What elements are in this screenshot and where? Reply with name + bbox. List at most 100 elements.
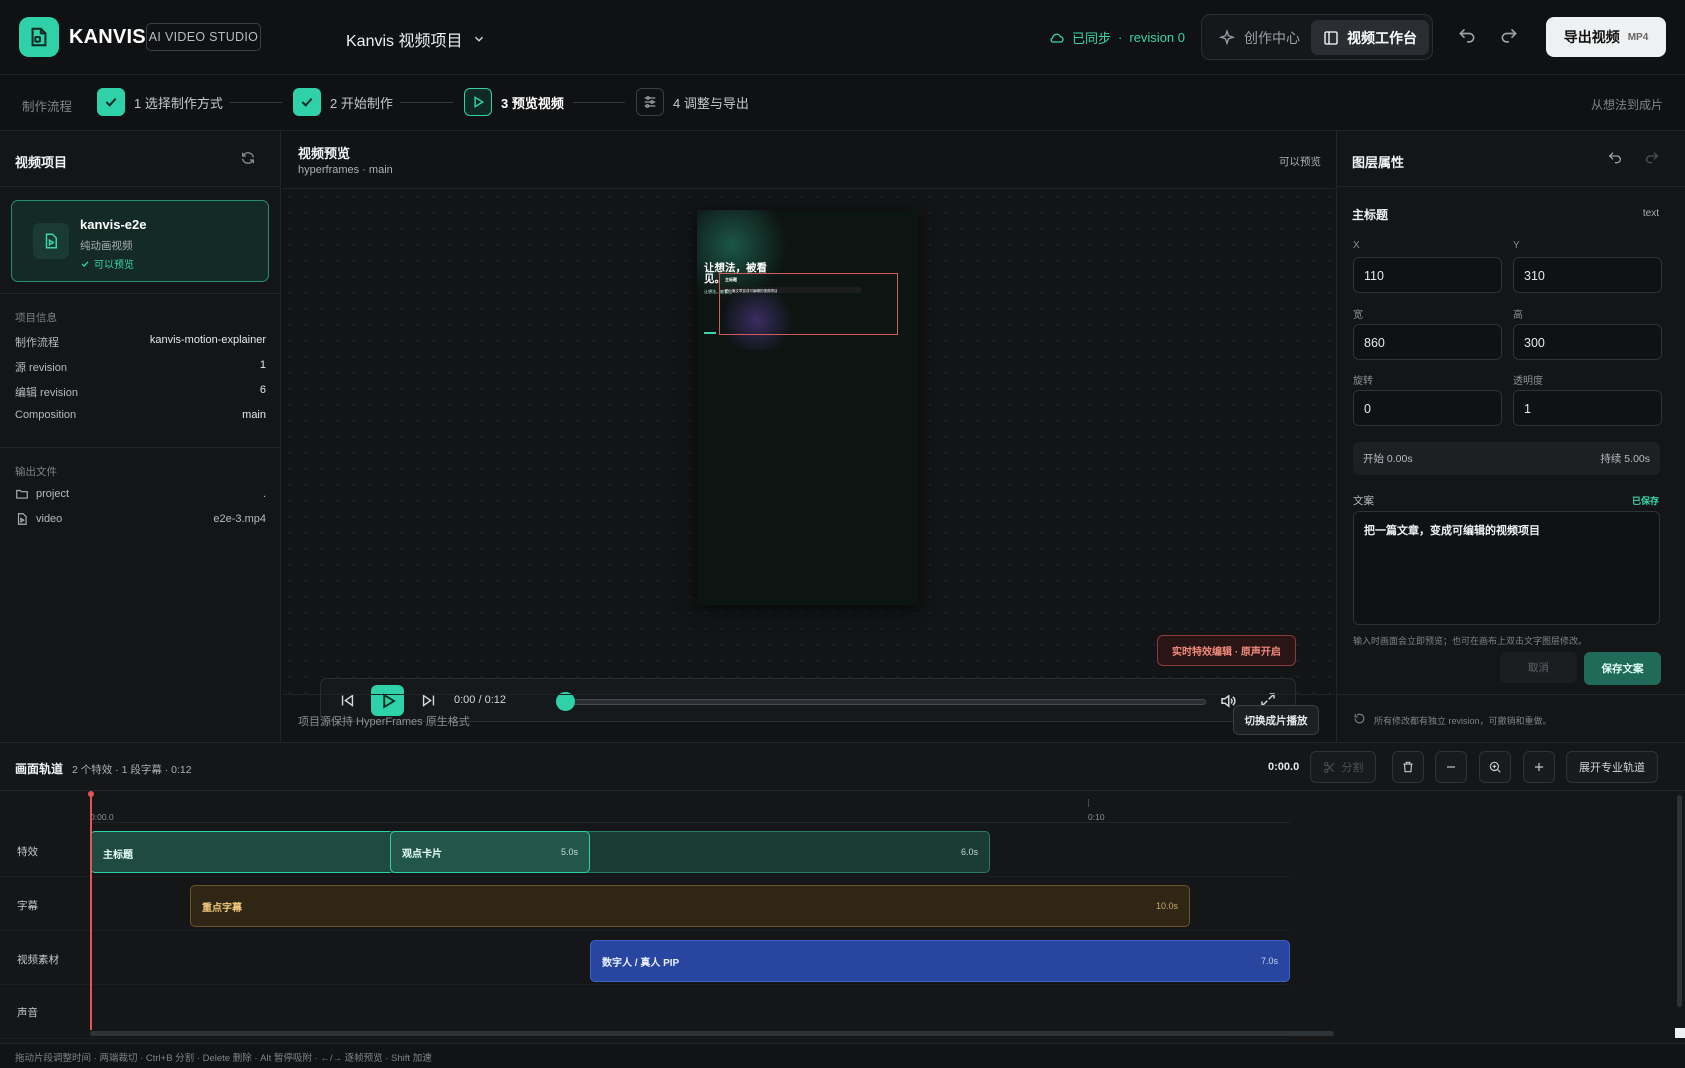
sync-label: 已同步 <box>1072 31 1112 46</box>
layer-properties-panel: 图层属性 主标题 text X 110 Y 310 宽 860 高 300 旋转… <box>1336 131 1685 742</box>
track-label-audio: 声音 <box>17 1007 38 1019</box>
steps-tagline: 从想法到成片 <box>1590 98 1663 112</box>
step-preview-video[interactable]: 3 预览视频 <box>464 88 564 116</box>
export-video-button[interactable]: 导出视频 MP4 <box>1546 17 1666 57</box>
check-icon <box>301 97 313 107</box>
undo-button[interactable] <box>1457 26 1479 48</box>
project-card-name: kanvis-e2e <box>80 217 147 232</box>
zoom-in-button[interactable] <box>1523 751 1555 783</box>
clip-subtitle[interactable]: 重点字幕 10.0s <box>190 885 1190 927</box>
copy-textarea[interactable]: 把一篇文章，变成可编辑的视频项目 <box>1353 511 1660 625</box>
y-field[interactable]: 310 <box>1513 257 1662 293</box>
project-card-status: 可以预览 <box>80 256 134 271</box>
width-field[interactable]: 860 <box>1353 324 1502 360</box>
video-frame[interactable]: 让想法，被看见。 主标题 把一篇文章变成可编辑的视频项目 让想法，被看见 <box>697 210 918 605</box>
resize-handle[interactable] <box>1675 1028 1685 1038</box>
timeline-ruler[interactable]: 0:00.0 0:10 <box>90 791 1290 823</box>
step-choose-method[interactable]: 1 选择制作方式 <box>97 88 223 116</box>
playhead[interactable] <box>90 793 92 1030</box>
video-file-icon <box>45 233 57 249</box>
cancel-button[interactable]: 取消 <box>1500 652 1577 683</box>
check-icon <box>81 260 89 267</box>
preview-subtitle: hyperframes · main <box>298 164 393 176</box>
playhead-handle[interactable] <box>88 791 94 797</box>
mode-studio-button[interactable]: 视频工作台 <box>1311 20 1429 55</box>
save-copy-button[interactable]: 保存文案 <box>1584 652 1661 685</box>
opacity-field[interactable]: 1 <box>1513 390 1662 426</box>
clip-video-pip[interactable]: 数字人 / 真人 PIP 7.0s <box>590 940 1290 982</box>
fx-badge: 实时特效编辑 · 原声开启 <box>1157 635 1296 666</box>
clip-fx-card[interactable]: 观点卡片 5.0s <box>390 831 590 873</box>
cloud-icon <box>1050 33 1064 43</box>
plus-icon <box>1534 762 1544 772</box>
zoom-fit-button[interactable] <box>1479 751 1511 783</box>
timeline-title: 画面轨道 <box>15 762 64 776</box>
redo-icon <box>1646 152 1659 164</box>
height-field[interactable]: 300 <box>1513 324 1662 360</box>
layer-type: text <box>1642 208 1659 219</box>
track-label-video: 视频素材 <box>17 954 59 966</box>
undo-icon <box>1608 152 1621 164</box>
preview-canvas[interactable]: 让想法，被看见。 主标题 把一篇文章变成可编辑的视频项目 让想法，被看见 实时特… <box>282 189 1335 722</box>
delete-clip-button[interactable] <box>1392 751 1424 783</box>
file-row-project[interactable]: project . <box>15 487 266 501</box>
x-field[interactable]: 110 <box>1353 257 1502 293</box>
studio-badge: AI VIDEO STUDIO <box>146 23 261 51</box>
redo-button[interactable] <box>1499 26 1521 48</box>
refresh-icon <box>242 152 254 164</box>
project-card[interactable]: kanvis-e2e 纯动画视频 可以预览 <box>11 200 269 282</box>
output-files-label: 输出文件 <box>15 466 57 478</box>
check-icon <box>105 97 117 107</box>
layer-name: 主标题 <box>1352 208 1389 222</box>
history-icon <box>1353 712 1366 725</box>
timeline-h-scrollbar[interactable] <box>90 1031 1334 1036</box>
preview-title: 视频预览 <box>298 146 351 161</box>
copy-label: 文案 <box>1353 495 1374 507</box>
expand-pro-tracks-button[interactable]: 展开专业轨道 <box>1566 751 1658 783</box>
layout-icon <box>1324 30 1338 45</box>
trash-icon <box>1403 761 1413 773</box>
zoom-out-button[interactable] <box>1435 751 1467 783</box>
copy-hint: 输入时画面会立即预览；也可在画布上双击文字图层修改。 <box>1353 636 1588 646</box>
shortcut-hints: 拖动片段调整时间 · 两端裁切 · Ctrl+B 分割 · Delete 删除 … <box>0 1043 1685 1068</box>
file-row-video[interactable]: video e2e-3.mp4 <box>15 512 266 526</box>
mode-create-button[interactable]: 创作中心 <box>1206 20 1312 55</box>
steps-label: 制作流程 <box>22 100 73 114</box>
props-redo-button[interactable] <box>1644 150 1660 166</box>
project-card-type: 纯动画视频 <box>80 240 133 252</box>
sync-revision: revision 0 <box>1129 30 1185 45</box>
timeline-summary: 2 个特效 · 1 段字幕 · 0:12 <box>72 764 192 776</box>
ruler-start-label: 0:00.0 <box>90 812 114 822</box>
step-start-production[interactable]: 2 开始制作 <box>293 88 393 116</box>
video-file-icon <box>17 513 27 525</box>
brand-name: KANVIS <box>69 26 146 48</box>
props-undo-button[interactable] <box>1607 150 1623 166</box>
switch-playback-button[interactable]: 切换成片播放 <box>1233 705 1319 735</box>
export-format: MP4 <box>1627 31 1649 43</box>
preview-footer-text: 项目源保持 HyperFrames 原生格式 <box>298 716 470 728</box>
layer-start: 开始 0.00s <box>1363 453 1413 465</box>
sliders-icon <box>644 96 656 108</box>
clip-fx-title-label: 主标题 <box>103 850 133 861</box>
layer-timing: 开始 0.00s 持续 5.00s <box>1353 442 1660 475</box>
folder-icon <box>16 489 28 499</box>
info-row: Composition main <box>15 409 266 421</box>
ruler-mark-label: 0:10 <box>1088 812 1105 822</box>
split-button[interactable]: 分割 <box>1310 751 1376 783</box>
project-switcher[interactable]: Kanvis 视频项目 <box>346 27 486 51</box>
project-name: Kanvis 视频项目 <box>346 33 463 50</box>
logo-icon <box>31 27 47 47</box>
info-row: 制作流程 kanvis-motion-explainer <box>15 334 266 349</box>
rotation-field[interactable]: 0 <box>1353 390 1502 426</box>
undo-icon <box>1459 28 1475 43</box>
app-header: KANVIS AI VIDEO STUDIO Kanvis 视频项目 已同步 ·… <box>0 0 1685 75</box>
workflow-steps: 制作流程 1 选择制作方式 2 开始制作 3 预览视频 4 调整与导出 从想法到… <box>0 75 1685 131</box>
timeline-panel: 画面轨道 2 个特效 · 1 段字幕 · 0:12 0:00.0 分割 展开专业… <box>0 742 1685 1043</box>
props-title: 图层属性 <box>1352 155 1405 170</box>
layer-selection-box[interactable] <box>719 273 898 335</box>
app-logo <box>19 17 59 57</box>
timeline-v-scrollbar[interactable] <box>1677 795 1682 1007</box>
refresh-button[interactable] <box>240 150 256 166</box>
sparkle-icon <box>1218 28 1236 45</box>
step-adjust-export[interactable]: 4 调整与导出 <box>636 88 749 116</box>
